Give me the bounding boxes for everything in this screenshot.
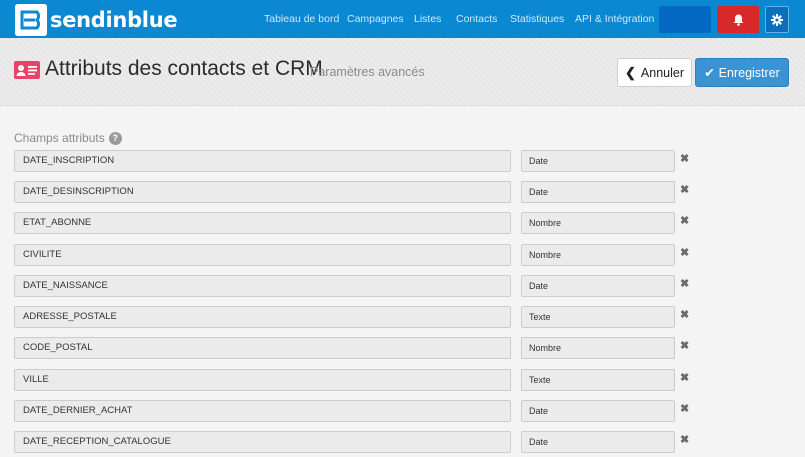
attribute-row: DATE_DESINSCRIPTION Date ✖ — [0, 181, 805, 204]
remove-icon[interactable]: ✖ — [680, 278, 690, 290]
attribute-type-field[interactable]: Nombre — [521, 244, 675, 266]
attribute-row: CODE_POSTAL Nombre ✖ — [0, 337, 805, 360]
top-navbar: sendinblue Tableau de bord Campagnes Lis… — [0, 0, 805, 38]
attribute-row: ADRESSE_POSTALE Texte ✖ — [0, 306, 805, 329]
nav-dashboard[interactable]: Tableau de bord — [264, 13, 339, 25]
attribute-row: DATE_INSCRIPTION Date ✖ — [0, 150, 805, 173]
attribute-type-field[interactable]: Nombre — [521, 337, 675, 359]
remove-icon[interactable]: ✖ — [680, 340, 690, 352]
attribute-type-field[interactable]: Date — [521, 150, 675, 172]
attribute-name-field[interactable]: DATE_DESINSCRIPTION — [14, 181, 511, 203]
account-button[interactable] — [659, 6, 711, 33]
attribute-name-field[interactable]: DATE_DERNIER_ACHAT — [14, 400, 511, 422]
remove-icon[interactable]: ✖ — [680, 247, 690, 259]
logo-mark-icon — [15, 4, 47, 36]
attribute-name-field[interactable]: ETAT_ABONNE — [14, 212, 511, 234]
attribute-row: DATE_NAISSANCE Date ✖ — [0, 275, 805, 298]
attribute-type-field[interactable]: Texte — [521, 306, 675, 328]
attribute-name-field[interactable]: DATE_NAISSANCE — [14, 275, 511, 297]
nav-lists[interactable]: Listes — [414, 13, 441, 25]
remove-icon[interactable]: ✖ — [680, 153, 690, 165]
attribute-row: CIVILITE Nombre ✖ — [0, 244, 805, 267]
attribute-row: DATE_DERNIER_ACHAT Date ✖ — [0, 400, 805, 423]
nav-contacts[interactable]: Contacts — [456, 13, 497, 25]
page-subtitle: Paramètres avancés — [310, 65, 425, 79]
attribute-type-field[interactable]: Texte — [521, 369, 675, 391]
section-title: Champs attributs — [14, 131, 105, 145]
attribute-row: DATE_RECEPTION_CATALOGUE Date ✖ — [0, 431, 805, 454]
attribute-type-field[interactable]: Date — [521, 431, 675, 453]
nav-api-integration[interactable]: API & Intégration — [575, 13, 654, 25]
attribute-row: VILLE Texte ✖ — [0, 369, 805, 392]
bell-icon — [733, 14, 743, 26]
page-header: Attributs des contacts et CRM Paramètres… — [0, 38, 805, 106]
save-button-label: Enregistrer — [718, 65, 780, 80]
nav-campaigns[interactable]: Campagnes — [347, 13, 404, 25]
attribute-type-field[interactable]: Date — [521, 275, 675, 297]
attribute-row: ETAT_ABONNE Nombre ✖ — [0, 212, 805, 235]
contact-card-icon — [14, 61, 40, 79]
remove-icon[interactable]: ✖ — [680, 372, 690, 384]
brand-name: sendinblue — [50, 8, 178, 32]
attribute-type-field[interactable]: Date — [521, 400, 675, 422]
attribute-type-field[interactable]: Date — [521, 181, 675, 203]
page-title: Attributs des contacts et CRM — [45, 57, 323, 80]
notifications-button[interactable] — [717, 6, 759, 33]
settings-button[interactable] — [765, 6, 789, 33]
remove-icon[interactable]: ✖ — [680, 215, 690, 227]
attribute-name-field[interactable]: CIVILITE — [14, 244, 511, 266]
attribute-name-field[interactable]: CODE_POSTAL — [14, 337, 511, 359]
cancel-button-label: Annuler — [640, 65, 684, 80]
remove-icon[interactable]: ✖ — [680, 434, 690, 446]
chevron-left-icon: ❮ — [625, 64, 636, 80]
nav-statistics[interactable]: Statistiques — [510, 13, 564, 25]
remove-icon[interactable]: ✖ — [680, 309, 690, 321]
remove-icon[interactable]: ✖ — [680, 184, 690, 196]
save-button[interactable]: ✔ Enregistrer — [695, 58, 789, 87]
gear-icon — [771, 13, 783, 26]
attribute-name-field[interactable]: DATE_RECEPTION_CATALOGUE — [14, 431, 511, 453]
attributes-section-label: Champs attributs ? — [14, 131, 122, 145]
attribute-name-field[interactable]: DATE_INSCRIPTION — [14, 150, 511, 172]
attribute-type-field[interactable]: Nombre — [521, 212, 675, 234]
brand-logo[interactable]: sendinblue — [15, 4, 178, 36]
remove-icon[interactable]: ✖ — [680, 403, 690, 415]
cancel-button[interactable]: ❮ Annuler — [617, 58, 692, 87]
attribute-name-field[interactable]: VILLE — [14, 369, 511, 391]
check-icon: ✔ — [704, 66, 715, 80]
help-icon[interactable]: ? — [108, 131, 122, 145]
attribute-name-field[interactable]: ADRESSE_POSTALE — [14, 306, 511, 328]
